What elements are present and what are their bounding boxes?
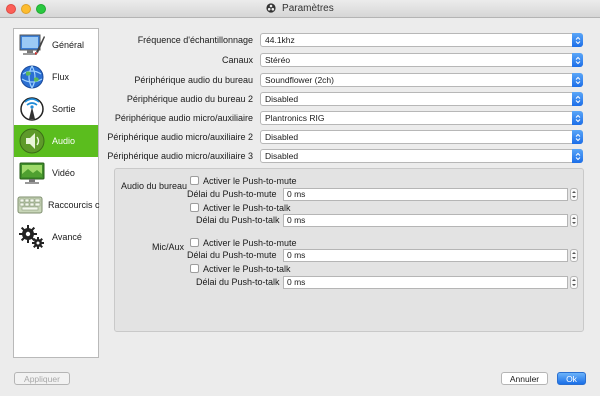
output-icon	[16, 94, 48, 124]
checkbox-label: Activer le Push-to-mute	[203, 237, 297, 248]
desktop-push-to-talk-delay-input[interactable]: 0 ms	[283, 214, 568, 227]
form-row-mic-device-3: Périphérique audio micro/auxiliaire 3	[100, 149, 257, 163]
desktop-push-to-talk-delay-stepper[interactable]	[570, 214, 578, 227]
sidebar-item-label: Flux	[52, 72, 70, 82]
mic-push-to-mute-delay-input[interactable]: 0 ms	[283, 249, 568, 262]
checkbox-box	[190, 238, 199, 247]
obs-logo-icon	[266, 3, 276, 13]
mic-push-to-talk-delay-input[interactable]: 0 ms	[283, 276, 568, 289]
window-title-area: Paramètres	[0, 3, 600, 14]
desktop-device-2-label: Périphérique audio du bureau 2	[126, 94, 253, 104]
mic-device-2-select[interactable]: Disabled	[260, 130, 583, 144]
sidebar-item-hotkeys[interactable]: Raccourcis c	[14, 189, 100, 221]
mic-push-to-mute-checkbox[interactable]: Activer le Push-to-mute	[190, 237, 297, 248]
sidebar-item-label: Sortie	[52, 104, 76, 114]
desktop-device-select[interactable]: Soundflower (2ch)	[260, 73, 583, 87]
sidebar-item-advanced[interactable]: Avancé	[14, 221, 98, 253]
hotkeys-icon	[16, 190, 44, 220]
hotkeys-group: Audio du bureau Activer le Push-to-mute …	[114, 168, 584, 332]
select-value: 44.1khz	[265, 35, 295, 45]
select-value: Disabled	[265, 94, 299, 104]
form-row-mic-device: Périphérique audio micro/auxiliaire	[100, 111, 257, 125]
form-row-sample-rate: Fréquence d'échantillonnage	[100, 33, 257, 47]
desktop-push-to-mute-delay-label: Délai du Push-to-mute	[187, 189, 277, 199]
mic-push-to-talk-delay-label: Délai du Push-to-talk	[196, 277, 280, 287]
title-bar: Paramètres	[0, 0, 600, 18]
form-row-desktop-device: Périphérique audio du bureau	[100, 73, 257, 87]
channels-label: Canaux	[221, 55, 253, 65]
desktop-push-to-mute-checkbox[interactable]: Activer le Push-to-mute	[190, 175, 297, 186]
chevron-updown-icon	[572, 53, 583, 67]
mic-push-to-mute-delay-label: Délai du Push-to-mute	[187, 250, 277, 260]
sidebar-item-label: Avancé	[52, 232, 82, 242]
select-value: Plantronics RIG	[265, 113, 325, 123]
mic-device-label: Périphérique audio micro/auxiliaire	[114, 113, 253, 123]
sidebar-item-label: Audio	[52, 136, 76, 146]
form-row-mic-device-2: Périphérique audio micro/auxiliaire 2	[100, 130, 257, 144]
mic-device-3-select[interactable]: Disabled	[260, 149, 583, 163]
advanced-icon	[16, 222, 48, 252]
mic-push-to-mute-delay-stepper[interactable]	[570, 249, 578, 262]
apply-button[interactable]: Appliquer	[14, 372, 70, 385]
chevron-updown-icon	[572, 130, 583, 144]
audio-icon	[16, 126, 48, 156]
sidebar-item-audio[interactable]: Audio	[14, 125, 98, 157]
sidebar-item-stream[interactable]: Flux	[14, 61, 98, 93]
sidebar-item-output[interactable]: Sortie	[14, 93, 98, 125]
ok-button[interactable]: Ok	[557, 372, 586, 385]
chevron-updown-icon	[572, 111, 583, 125]
mic-device-select[interactable]: Plantronics RIG	[260, 111, 583, 125]
desktop-audio-label: Audio du bureau	[121, 181, 188, 191]
sidebar-item-label: Raccourcis c	[48, 200, 100, 210]
window-title: Paramètres	[282, 3, 334, 14]
sample-rate-label: Fréquence d'échantillonnage	[137, 35, 253, 45]
select-value: Disabled	[265, 132, 299, 142]
checkbox-box	[190, 176, 199, 185]
checkbox-label: Activer le Push-to-talk	[203, 263, 291, 274]
stream-icon	[16, 62, 48, 92]
chevron-updown-icon	[572, 92, 583, 106]
form-row-channels: Canaux	[100, 53, 257, 67]
mic-device-3-label: Périphérique audio micro/auxiliaire 3	[107, 151, 253, 161]
mic-aux-label: Mic/Aux	[152, 242, 185, 252]
checkbox-box	[190, 203, 199, 212]
chevron-updown-icon	[572, 149, 583, 163]
mic-device-2-label: Périphérique audio micro/auxiliaire 2	[107, 132, 253, 142]
select-value: Disabled	[265, 151, 299, 161]
desktop-push-to-talk-delay-label: Délai du Push-to-talk	[196, 215, 280, 225]
chevron-updown-icon	[572, 73, 583, 87]
checkbox-label: Activer le Push-to-talk	[203, 202, 291, 213]
desktop-device-2-select[interactable]: Disabled	[260, 92, 583, 106]
mic-push-to-talk-delay-stepper[interactable]	[570, 276, 578, 289]
general-icon	[16, 30, 48, 60]
desktop-push-to-mute-delay-stepper[interactable]	[570, 188, 578, 201]
sidebar-item-general[interactable]: Général	[14, 29, 98, 61]
channels-select[interactable]: Stéréo	[260, 53, 583, 67]
sidebar-item-label: Général	[52, 40, 85, 50]
select-value: Soundflower (2ch)	[265, 75, 334, 85]
select-value: Stéréo	[265, 55, 291, 65]
sample-rate-select[interactable]: 44.1khz	[260, 33, 583, 47]
desktop-device-label: Périphérique audio du bureau	[134, 75, 253, 85]
desktop-push-to-mute-delay-input[interactable]: 0 ms	[283, 188, 568, 201]
video-icon	[16, 158, 48, 188]
sidebar-item-label: Vidéo	[52, 168, 75, 178]
cancel-button[interactable]: Annuler	[501, 372, 548, 385]
mic-push-to-talk-checkbox[interactable]: Activer le Push-to-talk	[190, 263, 291, 274]
checkbox-label: Activer le Push-to-mute	[203, 175, 297, 186]
form-row-desktop-device-2: Périphérique audio du bureau 2	[100, 92, 257, 106]
checkbox-box	[190, 264, 199, 273]
settings-sidebar: Général Flux Sortie Audio Vidéo Raccourc…	[13, 28, 100, 358]
desktop-push-to-talk-checkbox[interactable]: Activer le Push-to-talk	[190, 202, 291, 213]
chevron-updown-icon	[572, 33, 583, 47]
sidebar-item-video[interactable]: Vidéo	[14, 157, 98, 189]
